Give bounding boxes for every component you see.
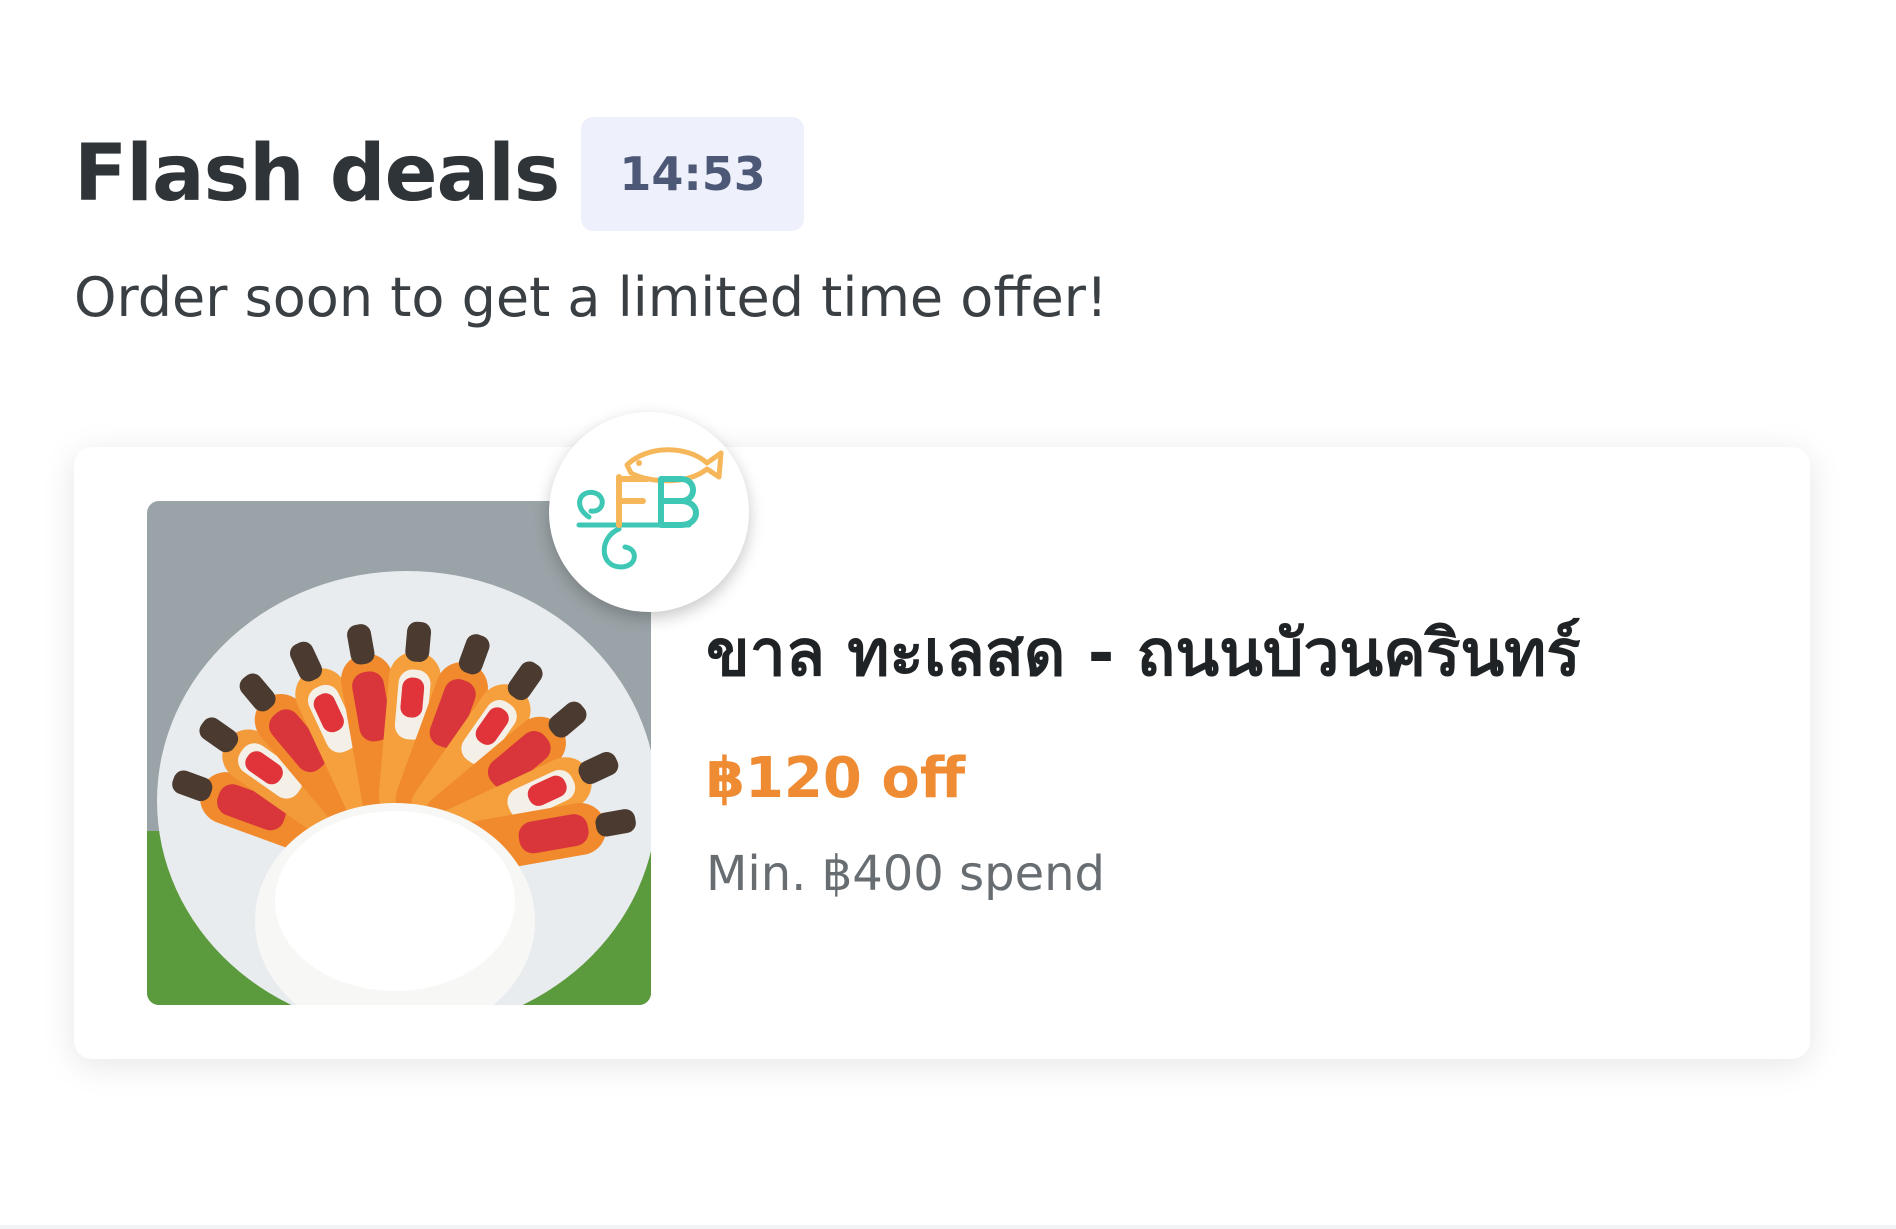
restaurant-logo: [549, 412, 749, 612]
section-title: Flash deals: [74, 129, 560, 219]
countdown-timer: 14:53: [581, 117, 804, 231]
section-subtitle: Order soon to get a limited time offer!: [74, 266, 1108, 329]
section-header: Flash deals 14:53: [74, 114, 804, 234]
min-spend-label: Min. ฿400 spend: [706, 846, 1105, 902]
flash-deals-page: Flash deals 14:53 Order soon to get a li…: [0, 0, 1896, 1229]
restaurant-name[interactable]: ขาล ทะเลสด - ถนนบัวนครินทร์: [706, 604, 1581, 704]
discount-label: ฿120 off: [706, 746, 966, 811]
deal-card[interactable]: ขาล ทะเลสด - ถนนบัวนครินทร์ ฿120 off Min…: [74, 412, 1810, 1059]
section-divider: [0, 1225, 1896, 1229]
